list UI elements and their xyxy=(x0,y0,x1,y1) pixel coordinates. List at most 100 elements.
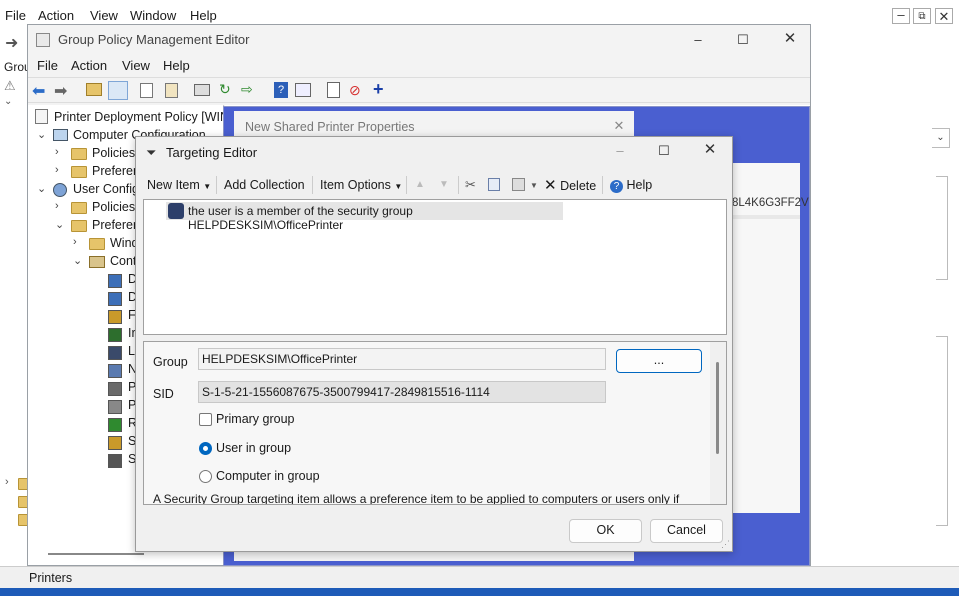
gpme-menu-view[interactable]: View xyxy=(122,58,150,73)
cut-icon[interactable]: ✂ xyxy=(465,177,476,193)
printer-props-close-icon[interactable]: ✕ xyxy=(611,118,627,134)
outer-menu-help[interactable]: Help xyxy=(190,8,217,23)
toolbar-separator xyxy=(458,176,459,194)
cp-item-icon xyxy=(108,382,122,396)
outer-chevron-icon[interactable]: › xyxy=(5,476,9,488)
outer-statusbar: Printers xyxy=(0,566,959,588)
stop-icon[interactable]: ⊘ xyxy=(349,82,361,99)
copy-icon[interactable] xyxy=(140,83,153,98)
delete-button[interactable]: ✕ Delete xyxy=(544,176,596,194)
computer-in-group-radio[interactable] xyxy=(199,470,212,483)
description-text: A Security Group targeting item allows a… xyxy=(153,492,680,505)
tree-item-uc-policies[interactable]: Policies xyxy=(92,200,135,218)
new-item-button[interactable]: New Item ▼ xyxy=(147,178,211,192)
targeting-properties-panel: Group HELPDESKSIM\OfficePrinter ... SID … xyxy=(143,341,727,505)
cancel-button[interactable]: Cancel xyxy=(650,519,723,543)
move-up-icon[interactable]: ▲ xyxy=(415,179,425,190)
gpme-menu-help[interactable]: Help xyxy=(163,58,190,73)
up-folder-icon[interactable] xyxy=(86,83,102,96)
group-field[interactable]: HELPDESKSIM\OfficePrinter xyxy=(198,348,606,370)
properties-scrollbar[interactable] xyxy=(710,342,726,504)
new-doc-icon[interactable] xyxy=(327,82,340,98)
refresh-icon[interactable]: ↻ xyxy=(219,81,231,98)
te-maximize-icon[interactable]: ☐ xyxy=(656,143,672,159)
gpme-close-icon[interactable]: ✕ xyxy=(782,31,798,47)
tree-hscroll[interactable] xyxy=(48,553,144,555)
resize-grip-icon[interactable]: ⋰ xyxy=(721,539,730,550)
te-close-icon[interactable]: ✕ xyxy=(702,142,718,158)
sid-field[interactable]: S-1-5-21-1556087675-3500799417-284981551… xyxy=(198,381,606,403)
properties-icon[interactable] xyxy=(295,83,311,97)
cp-item-icon xyxy=(108,436,122,450)
gpme-menu-file[interactable]: File xyxy=(37,58,58,73)
copy-icon[interactable] xyxy=(488,178,500,191)
paste-icon[interactable] xyxy=(165,83,178,98)
tree-item-cp-item[interactable]: L xyxy=(128,344,135,362)
paste-icon[interactable] xyxy=(512,178,525,191)
cp-item-icon xyxy=(108,274,122,288)
filter-icon: ⏷ xyxy=(146,145,157,160)
chevron-down-icon[interactable]: ⌄ xyxy=(37,182,46,195)
item-options-button[interactable]: Item Options ▼ xyxy=(320,178,402,192)
user-in-group-label[interactable]: User in group xyxy=(216,441,291,455)
chevron-right-icon[interactable]: › xyxy=(55,200,59,212)
add-collection-button[interactable]: Add Collection xyxy=(224,178,305,192)
outer-status-text: Printers xyxy=(29,571,73,585)
show-tree-icon[interactable] xyxy=(108,81,128,100)
tree-item-cc-preferences[interactable]: Preferen xyxy=(92,164,140,182)
outer-restore-icon[interactable]: ⧉ xyxy=(913,8,931,24)
help-button[interactable]: ? Help xyxy=(610,178,652,193)
outer-left-strip: Grou ⚠ ⌄ › xyxy=(0,56,31,566)
outer-menu-view[interactable]: View xyxy=(90,8,118,23)
outer-menu-file[interactable]: File xyxy=(5,8,26,23)
move-down-icon[interactable]: ▼ xyxy=(439,179,449,190)
outer-dropdown[interactable]: ⌄ xyxy=(932,128,950,148)
chevron-right-icon[interactable]: › xyxy=(73,236,77,248)
targeting-rule-item[interactable]: the user is a member of the security gro… xyxy=(166,202,563,232)
dropdown-arrow-icon: ▼ xyxy=(203,182,212,191)
tree-item-uc-preferences[interactable]: Preferen xyxy=(92,218,140,236)
tree-item-control-panel[interactable]: Cont xyxy=(110,254,136,272)
gpme-menu-action[interactable]: Action xyxy=(71,58,107,73)
outer-menu-window[interactable]: Window xyxy=(130,8,176,23)
chevron-right-icon[interactable]: › xyxy=(55,164,59,176)
computer-in-group-label[interactable]: Computer in group xyxy=(216,469,320,483)
scrollbar-thumb[interactable] xyxy=(716,362,719,454)
export-icon[interactable]: ⇨ xyxy=(241,81,253,98)
chevron-down-icon[interactable]: ⌄ xyxy=(55,218,64,231)
outer-close-icon[interactable]: ✕ xyxy=(935,8,953,24)
chevron-down-icon[interactable]: ⌄ xyxy=(73,254,82,267)
user-in-group-radio[interactable] xyxy=(199,442,212,455)
te-toolbar: New Item ▼ Add Collection Item Options ▼… xyxy=(136,173,732,197)
folder-icon xyxy=(71,148,87,160)
computer-icon xyxy=(53,129,68,141)
chevron-down-icon[interactable]: ⌄ xyxy=(37,128,46,141)
browse-group-button[interactable]: ... xyxy=(616,349,702,373)
forward-arrow-icon[interactable]: ➡ xyxy=(54,81,67,101)
sid-label: SID xyxy=(153,387,174,401)
ok-button[interactable]: OK xyxy=(569,519,642,543)
tree-item-cc-policies[interactable]: Policies xyxy=(92,146,135,164)
security-group-icon xyxy=(168,203,184,219)
toolbar-separator xyxy=(602,176,603,194)
gpme-maximize-icon[interactable]: ☐ xyxy=(735,32,751,48)
print-icon[interactable] xyxy=(194,84,210,96)
gpme-minimize-icon[interactable]: – xyxy=(690,32,706,48)
help-book-icon[interactable]: ? xyxy=(274,82,288,98)
primary-group-checkbox[interactable] xyxy=(199,413,212,426)
te-minimize-icon[interactable]: – xyxy=(612,143,628,159)
gpme-titlebar: Group Policy Management Editor – ☐ ✕ xyxy=(28,25,810,55)
tree-item-root[interactable]: Printer Deployment Policy [WIN xyxy=(54,110,223,128)
outer-chevron-icon[interactable]: ⌄ xyxy=(4,96,12,107)
group-label: Group xyxy=(153,355,188,369)
outer-menu-action[interactable]: Action xyxy=(38,8,74,23)
outer-forward-icon[interactable]: ➜ xyxy=(5,33,18,53)
chevron-right-icon[interactable]: › xyxy=(55,146,59,158)
outer-minimize-icon[interactable]: – xyxy=(892,8,910,24)
add-icon[interactable]: + xyxy=(373,79,384,100)
primary-group-label[interactable]: Primary group xyxy=(216,412,295,426)
dropdown-arrow-icon[interactable]: ▼ xyxy=(530,181,538,190)
folder-icon xyxy=(71,202,87,214)
dropdown-arrow-icon: ▼ xyxy=(394,182,403,191)
back-arrow-icon[interactable]: ⬅ xyxy=(32,81,45,101)
